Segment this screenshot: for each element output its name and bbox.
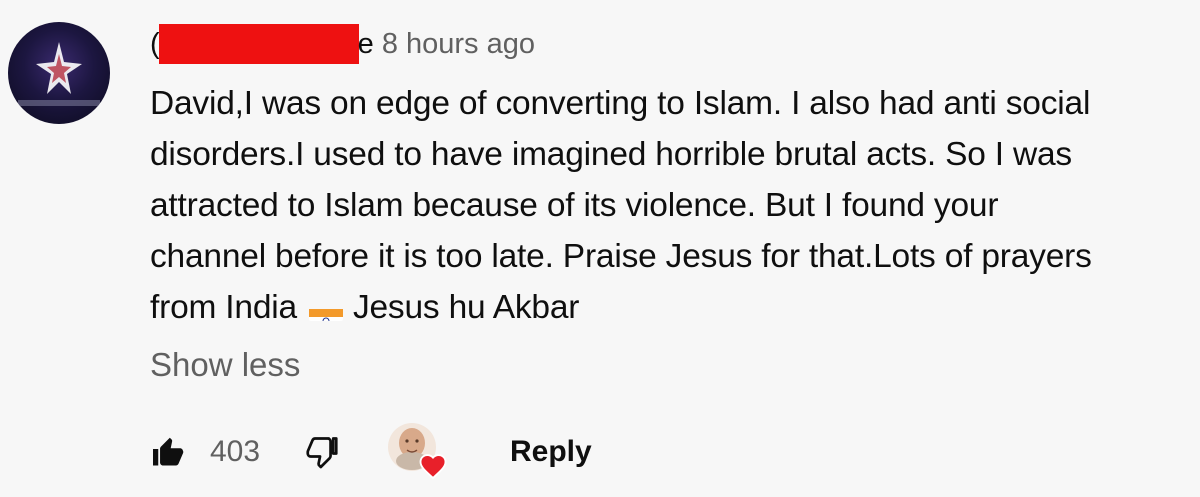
thumbs-down-icon [306,437,338,469]
comment-thread: ( e 8 hours ago David,I was on edge of c… [0,0,1200,497]
comment-actions: 403 Reply [150,421,592,483]
reply-button[interactable]: Reply [510,435,592,469]
show-less-button[interactable]: Show less [150,346,300,384]
comment-timestamp[interactable]: 8 hours ago [382,28,535,61]
comment-line-last: from India Jesus hu Akbar [150,282,1190,333]
comment-header: ( e 8 hours ago [150,24,535,64]
star-avatar-icon [18,42,100,106]
author-name-redaction [158,24,359,64]
dislike-button[interactable] [304,432,344,472]
comment-line: attracted to Islam because of its violen… [150,187,999,224]
comment-text-fragment: Jesus hu Akbar [352,289,580,326]
like-button[interactable] [150,432,190,472]
comment-body: David,I was on edge of converting to Isl… [150,78,1190,333]
india-flag-icon [308,297,343,321]
comment-line: David,I was on edge of converting to Isl… [150,85,1091,122]
thumbs-up-icon [153,437,184,466]
heart-icon [419,454,447,479]
comment-text-fragment: from India [150,289,297,326]
comment-line: disorders.I used to have imagined horrib… [150,136,1072,173]
commenter-avatar[interactable] [8,22,110,124]
author-name-end[interactable]: e [358,28,374,61]
comment-line: channel before it is too late. Praise Je… [150,238,1092,275]
creator-heart-badge[interactable] [386,421,448,483]
like-count: 403 [210,435,261,468]
